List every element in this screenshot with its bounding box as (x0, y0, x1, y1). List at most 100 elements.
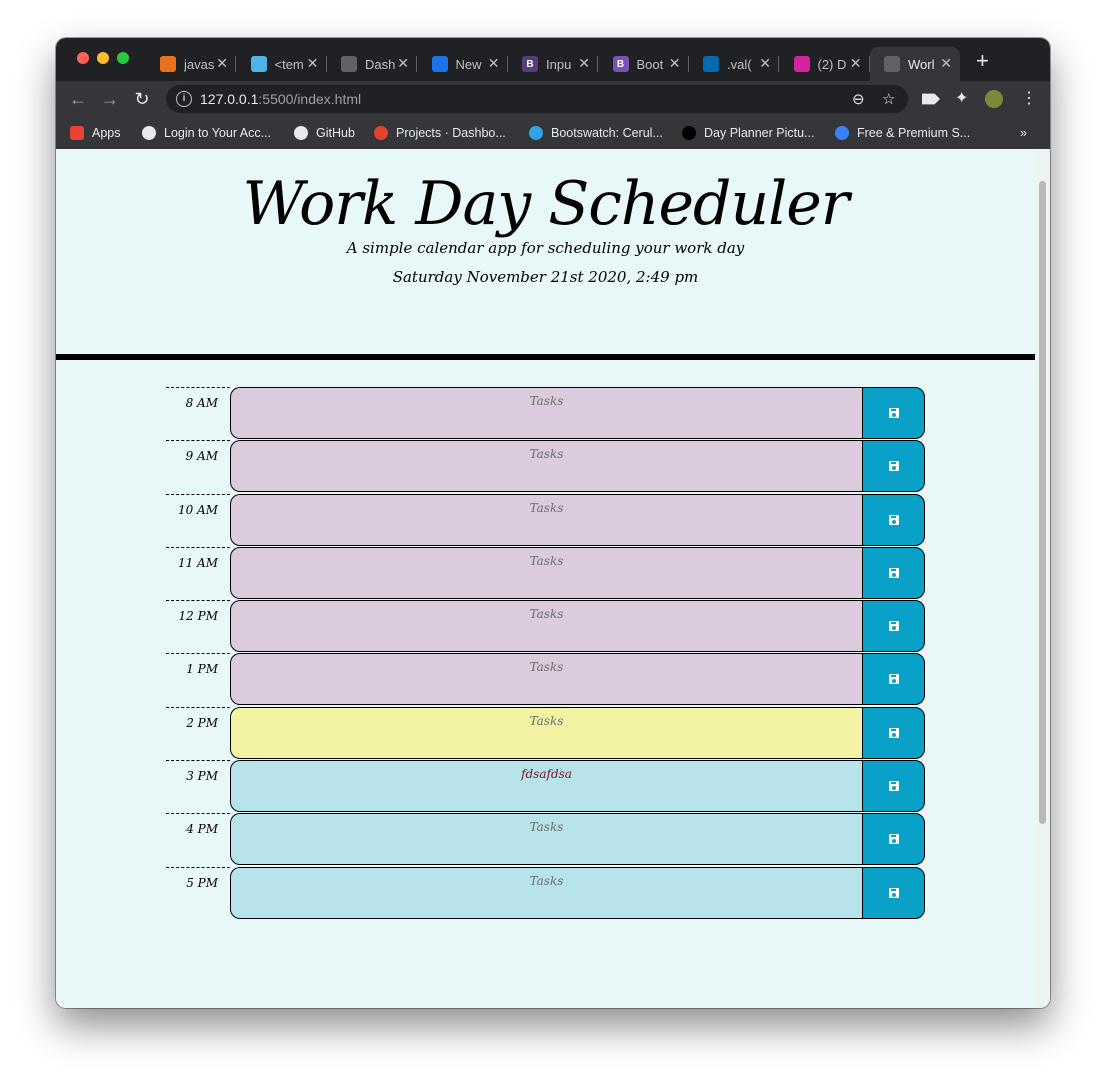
browser-tab[interactable]: javas ✕ (146, 47, 236, 81)
task-textarea[interactable]: Tasks (230, 493, 862, 546)
time-block-row: 2 PM Tasks (166, 706, 926, 760)
bookmark-item[interactable]: Bootswatch: Cerul... (529, 124, 663, 142)
close-tab-icon[interactable]: ✕ (669, 55, 681, 72)
task-textarea[interactable]: Tasks (230, 546, 862, 599)
back-button[interactable]: ← (66, 87, 90, 111)
current-date: Saturday November 21st 2020, 2:49 pm (392, 268, 699, 286)
close-tab-icon[interactable]: ✕ (307, 55, 319, 72)
address-bar[interactable]: i 127.0.0.1:5500/index.html ⊖ ☆ (166, 85, 908, 113)
browser-tab[interactable]: New ✕ (418, 47, 508, 81)
tab-favicon-icon (884, 56, 900, 72)
save-button[interactable] (862, 493, 925, 546)
task-textarea[interactable]: fdsafdsa (230, 760, 862, 813)
bookmark-item[interactable]: Login to Your Acc... (142, 124, 271, 142)
save-button[interactable] (862, 653, 925, 706)
tab-title: Inpu (546, 56, 572, 72)
extension-icon[interactable] (922, 93, 940, 105)
hour-label: 11 AM (166, 546, 230, 600)
browser-tab[interactable]: B Boot ✕ (599, 47, 689, 81)
save-button[interactable] (862, 760, 925, 813)
close-tab-icon[interactable]: ✕ (850, 55, 862, 72)
bookmark-favicon-icon (142, 126, 156, 140)
save-button[interactable] (862, 866, 925, 919)
save-button[interactable] (862, 387, 925, 439)
bookmark-star-icon[interactable]: ☆ (882, 90, 895, 108)
header-divider (56, 354, 1035, 360)
save-button[interactable] (862, 546, 925, 599)
browser-tab[interactable]: Dash ✕ (327, 47, 417, 81)
url-text[interactable]: 127.0.0.1:5500/index.html (200, 91, 361, 107)
bookmark-label: Apps (92, 126, 121, 140)
bookmark-label: Login to Your Acc... (164, 126, 272, 140)
page-title: Work Day Scheduler (242, 169, 850, 239)
task-textarea[interactable]: Tasks (230, 653, 862, 706)
close-tab-icon[interactable]: ✕ (397, 55, 409, 72)
close-tab-icon[interactable]: ✕ (216, 55, 228, 72)
task-textarea[interactable]: Tasks (230, 866, 862, 919)
hour-label: 5 PM (166, 866, 230, 920)
time-block-list: 8 AM Tasks 9 AM Tasks 10 AM Tasks 11 AM Tasks 12… (166, 387, 926, 920)
reload-button[interactable]: ↻ (130, 87, 154, 111)
save-disk-icon (888, 514, 899, 525)
save-button[interactable] (862, 600, 925, 653)
task-textarea[interactable]: Tasks (230, 706, 862, 759)
time-block-row: 8 AM Tasks (166, 387, 926, 440)
save-disk-icon (888, 887, 899, 898)
zoom-window-button[interactable] (117, 52, 129, 64)
bookmark-favicon-icon (682, 126, 696, 140)
tab-favicon-icon: B (612, 56, 629, 72)
save-disk-icon (888, 461, 899, 472)
bookmark-label: Bootswatch: Cerul... (551, 126, 663, 140)
extensions-puzzle-icon[interactable]: ✦ (955, 90, 973, 108)
bookmark-item[interactable]: Projects · Dashbo... (374, 124, 506, 142)
save-button[interactable] (862, 706, 925, 759)
bookmark-favicon-icon (294, 126, 308, 140)
browser-menu-icon[interactable]: ⋮ (1020, 90, 1038, 108)
save-button[interactable] (862, 813, 925, 866)
bookmark-item[interactable]: GitHub (294, 124, 355, 142)
tab-title: (2) D (817, 56, 847, 72)
close-tab-icon[interactable]: ✕ (759, 55, 771, 72)
tab-title: Worl (908, 56, 935, 72)
save-disk-icon (888, 567, 899, 578)
hour-label: 12 PM (166, 600, 230, 653)
save-disk-icon (888, 834, 899, 845)
bookmarks-overflow-button[interactable]: » (1020, 124, 1027, 142)
scrollbar-thumb[interactable] (1039, 181, 1046, 824)
save-disk-icon (888, 781, 899, 792)
bookmark-item[interactable]: Day Planner Pictu... (682, 124, 814, 142)
close-tab-icon[interactable]: ✕ (488, 55, 500, 72)
bookmark-label: Day Planner Pictu... (704, 126, 815, 140)
bookmark-item[interactable]: Apps (70, 124, 121, 142)
save-button[interactable] (862, 440, 925, 493)
save-disk-icon (888, 621, 899, 632)
browser-tab[interactable]: .val(✕ (689, 47, 779, 81)
bookmark-favicon-icon (835, 126, 849, 140)
site-info-icon[interactable]: i (176, 91, 192, 107)
bookmark-item[interactable]: Free & Premium S... (835, 124, 970, 142)
hour-label: 3 PM (166, 760, 230, 813)
task-textarea[interactable]: Tasks (230, 440, 862, 493)
browser-tab[interactable]: B Inpu ✕ (508, 47, 598, 81)
browser-tab[interactable]: <tem ✕ (237, 47, 327, 81)
profile-avatar[interactable] (985, 90, 1003, 108)
new-tab-button[interactable]: + (976, 50, 989, 72)
close-tab-icon[interactable]: ✕ (940, 55, 952, 72)
browser-tab[interactable]: (2) D ✕ (780, 47, 870, 81)
browser-tab[interactable]: Worl ✕ (870, 47, 960, 81)
hour-label: 9 AM (166, 440, 230, 493)
minimize-window-button[interactable] (97, 52, 109, 64)
bookmark-favicon-icon (374, 126, 388, 140)
time-block-row: 9 AM Tasks (166, 440, 926, 493)
task-textarea[interactable]: Tasks (230, 813, 862, 866)
task-textarea[interactable]: Tasks (230, 600, 862, 653)
close-window-button[interactable] (77, 52, 89, 64)
time-block-row: 11 AM Tasks (166, 546, 926, 600)
close-tab-icon[interactable]: ✕ (578, 55, 590, 72)
task-textarea[interactable]: Tasks (230, 387, 862, 439)
zoom-icon[interactable]: ⊖ (852, 90, 865, 108)
forward-button[interactable]: → (98, 87, 122, 111)
bookmarks-bar: Apps Login to Your Acc... GitHub Projects ·… (56, 117, 1050, 150)
time-block-row: 3 PM fdsafdsa (166, 760, 926, 813)
bookmark-favicon-icon (529, 126, 543, 140)
